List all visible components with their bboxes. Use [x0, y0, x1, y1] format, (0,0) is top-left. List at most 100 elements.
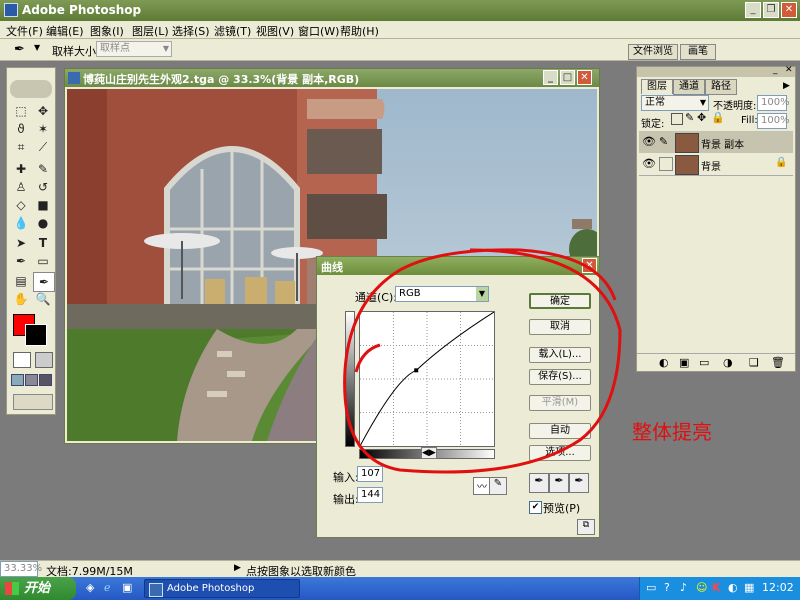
tray-volume-icon[interactable]: ♪	[680, 581, 687, 594]
menu-filter[interactable]: 滤镜(T)	[214, 23, 251, 39]
menu-file[interactable]: 文件(F)	[6, 23, 43, 39]
pen-tool-icon[interactable]: ✒	[11, 252, 31, 270]
quicklaunch-icon[interactable]: ◈	[86, 581, 94, 594]
menu-window[interactable]: 窗口(W)	[298, 23, 339, 39]
standard-mode-button[interactable]	[13, 352, 31, 368]
visibility-eye-icon[interactable]: 👁	[642, 157, 656, 170]
lock-image-icon[interactable]: ✎	[685, 111, 694, 124]
lasso-tool-icon[interactable]: ϑ	[11, 120, 31, 138]
jump-to-imageready-button[interactable]	[13, 394, 53, 410]
curve-graph[interactable]	[359, 311, 495, 447]
menu-layer[interactable]: 图层(L)	[132, 23, 169, 39]
hand-tool-icon[interactable]: ✋	[11, 290, 31, 308]
type-tool-icon[interactable]: T	[33, 234, 53, 252]
history-brush-icon[interactable]: ↺	[33, 178, 53, 196]
layer-row[interactable]: 👁 背景 🔒	[639, 153, 793, 176]
tray-clock[interactable]: 12:02	[762, 581, 794, 594]
tab-paths[interactable]: 路径	[705, 79, 737, 95]
eyedropper-icon[interactable]: ✒	[14, 42, 25, 57]
blend-mode-select[interactable]: 正常 ▼	[641, 95, 709, 111]
menu-image[interactable]: 图象(I)	[90, 23, 124, 39]
save-button[interactable]: 保存(S)...	[529, 369, 591, 385]
clone-stamp-icon[interactable]: ♙	[11, 178, 31, 196]
visibility-eye-icon[interactable]: 👁	[642, 135, 656, 148]
pencil-mode-icon[interactable]: ✎	[489, 477, 507, 495]
tray-antivirus-icon[interactable]: K	[712, 581, 721, 594]
ie-icon[interactable]: ℯ	[104, 581, 111, 594]
menu-edit[interactable]: 编辑(E)	[46, 23, 84, 39]
start-button[interactable]: 开始	[0, 577, 76, 600]
menu-help[interactable]: 帮助(H)	[340, 23, 379, 39]
doc-close-button[interactable]: ✕	[577, 70, 592, 85]
notes-tool-icon[interactable]: ▤	[11, 272, 31, 290]
crop-tool-icon[interactable]: ⌗	[11, 138, 31, 156]
new-layer-icon[interactable]: ❑	[749, 356, 759, 369]
move-tool-icon[interactable]: ✥	[33, 102, 53, 120]
expand-graph-icon[interactable]: ⧉	[577, 519, 595, 535]
magic-wand-icon[interactable]: ✶	[33, 120, 53, 138]
tab-channels[interactable]: 通道	[673, 79, 705, 95]
screen-mode-full-menu[interactable]	[25, 374, 38, 386]
show-desktop-icon[interactable]: ▣	[122, 581, 132, 594]
fill-field[interactable]: 100%	[757, 113, 790, 129]
blur-tool-icon[interactable]: 💧	[11, 214, 31, 232]
auto-button[interactable]: 自动	[529, 423, 591, 439]
screen-mode-full[interactable]	[39, 374, 52, 386]
load-button[interactable]: 载入(L)...	[529, 347, 591, 363]
tool-preset-arrow-icon[interactable]: ▼	[34, 43, 40, 52]
marquee-tool-icon[interactable]: ⬚	[11, 102, 31, 120]
brush-tool-icon[interactable]: ✎	[33, 160, 53, 178]
tab-brushes[interactable]: 画笔	[680, 44, 716, 60]
panel-close-icon[interactable]: ✕	[785, 65, 793, 75]
gradient-toggle-icon[interactable]: ◀▶	[421, 447, 437, 459]
quick-mask-button[interactable]	[35, 352, 53, 368]
lock-position-icon[interactable]: ✥	[697, 111, 706, 124]
close-button[interactable]: ✕	[781, 2, 797, 18]
path-select-icon[interactable]: ➤	[11, 234, 31, 252]
zoom-tool-icon[interactable]: 🔍	[33, 290, 53, 308]
output-field[interactable]: 144	[357, 487, 383, 503]
channel-select[interactable]: RGB ▼	[395, 286, 489, 302]
white-eyedropper-icon[interactable]: ✒	[569, 473, 589, 493]
lock-all-icon[interactable]: 🔒	[711, 111, 725, 124]
cancel-button[interactable]: 取消	[529, 319, 591, 335]
preview-checkbox[interactable]: ✔	[529, 501, 542, 514]
adjustment-layer-icon[interactable]: ◑	[723, 356, 733, 369]
screen-mode-standard[interactable]	[11, 374, 24, 386]
doc-minimize-button[interactable]: _	[543, 70, 558, 85]
sample-size-select[interactable]: 取样点 ▼	[96, 41, 172, 57]
panel-menu-arrow-icon[interactable]: ▶	[783, 81, 790, 91]
menu-select[interactable]: 选择(S)	[172, 23, 210, 39]
maximize-button[interactable]: ❐	[763, 2, 779, 18]
opacity-field[interactable]: 100%	[757, 95, 790, 111]
slice-tool-icon[interactable]: ⟋	[33, 138, 53, 156]
tray-app-icon[interactable]: ▦	[744, 581, 754, 594]
layer-row[interactable]: 👁 ✎ 背景 副本	[639, 131, 793, 154]
tab-file-browser[interactable]: 文件浏览	[628, 44, 678, 60]
doc-maximize-button[interactable]: □	[560, 70, 575, 85]
black-eyedropper-icon[interactable]: ✒	[529, 473, 549, 493]
options-button[interactable]: 选项...	[529, 445, 591, 461]
task-photoshop[interactable]: Adobe Photoshop	[144, 579, 300, 598]
layer-mask-icon[interactable]: ▣	[679, 356, 689, 369]
minimize-button[interactable]: _	[745, 2, 761, 18]
gradient-tool-icon[interactable]: ■	[33, 196, 53, 214]
layer-style-icon[interactable]: ◐	[659, 356, 669, 369]
menu-view[interactable]: 视图(V)	[256, 23, 294, 39]
tray-network-icon[interactable]: ▭	[646, 581, 656, 594]
eyedropper-tool-icon[interactable]: ✒	[33, 272, 55, 292]
shape-tool-icon[interactable]: ▭	[33, 252, 53, 270]
tray-ime-icon[interactable]: ◐	[728, 581, 738, 594]
lock-transparency-icon[interactable]	[671, 113, 683, 125]
gray-eyedropper-icon[interactable]: ✒	[549, 473, 569, 493]
status-arrow-icon[interactable]: ▶	[234, 563, 241, 573]
tray-help-icon[interactable]: ?	[664, 581, 670, 594]
curve-point[interactable]	[414, 368, 419, 373]
eraser-tool-icon[interactable]: ◇	[11, 196, 31, 214]
healing-brush-icon[interactable]: ✚	[11, 160, 31, 178]
smooth-button[interactable]: 平滑(M)	[529, 395, 591, 411]
background-color-swatch[interactable]	[25, 324, 47, 346]
input-field[interactable]: 107	[357, 466, 383, 482]
tray-qq-icon[interactable]: ☺	[696, 581, 707, 594]
ok-button[interactable]: 确定	[529, 293, 591, 309]
